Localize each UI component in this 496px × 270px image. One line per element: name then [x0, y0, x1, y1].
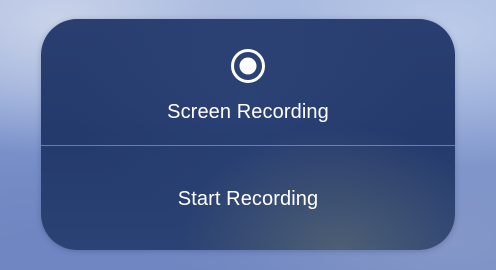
screen-recording-panel: Screen Recording Start Recording [41, 19, 455, 250]
start-recording-label: Start Recording [177, 187, 319, 210]
record-icon[interactable] [230, 48, 266, 84]
start-recording-button[interactable]: Start Recording [41, 146, 455, 250]
panel-title: Screen Recording [167, 101, 329, 123]
